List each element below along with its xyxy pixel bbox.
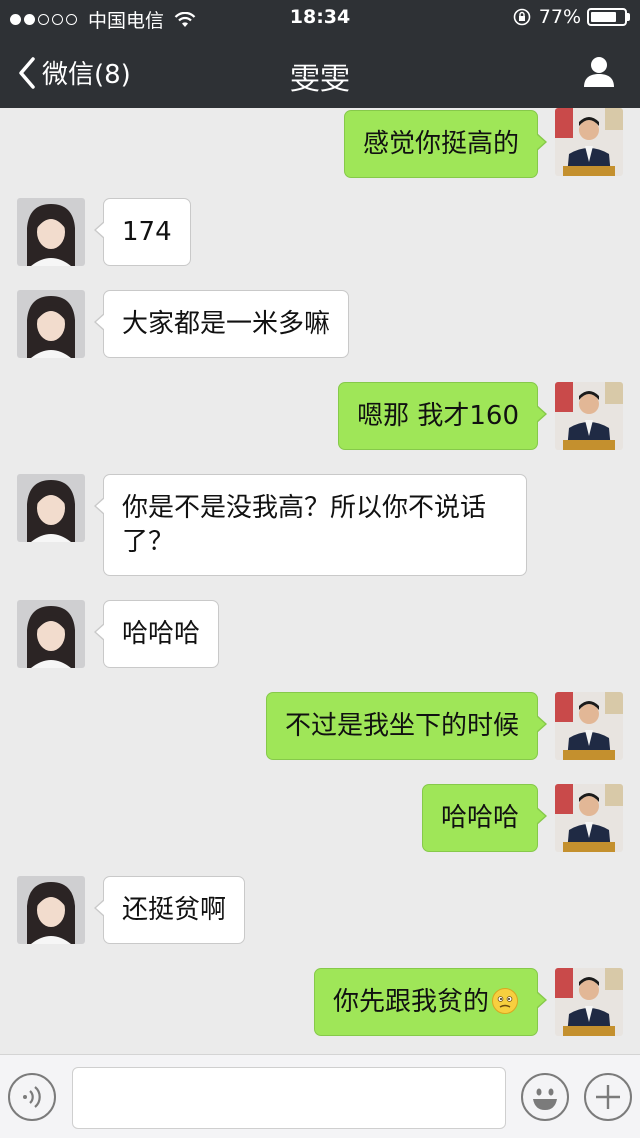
self-avatar[interactable] <box>555 692 623 760</box>
message-bubble-outgoing[interactable]: 不过是我坐下的时候 <box>265 692 548 760</box>
message-text: 174 <box>122 217 172 247</box>
battery-icon <box>587 8 627 26</box>
message-text: 感觉你挺高的 <box>362 129 519 159</box>
contact-avatar[interactable] <box>17 290 85 358</box>
self-avatar[interactable] <box>555 968 623 1036</box>
message-bubble-incoming[interactable]: 你是不是没我高？所以你不说话了？ <box>94 474 527 576</box>
profile-icon[interactable] <box>582 54 616 88</box>
contact-avatar[interactable] <box>17 876 85 944</box>
message-text: 你先跟我贫的 <box>332 987 489 1017</box>
status-bar: 中国电信 18:34 77% <box>0 0 640 36</box>
message-bubble-outgoing[interactable]: 嗯那 我才160 <box>338 382 547 450</box>
smiley-icon <box>533 1088 557 1110</box>
message-bubble-incoming[interactable]: 大家都是一米多嘛 <box>93 290 350 358</box>
message-bubble-outgoing[interactable]: 你先跟我贫的 <box>313 968 548 1036</box>
nav-bar: 微信(8) 雯雯 <box>0 36 640 108</box>
message-bubble-outgoing[interactable]: 哈哈哈 <box>421 784 548 852</box>
chat-area[interactable]: 感觉你挺高的 174 大家都是一米多嘛 嗯那 我才160 你是不是没我高？所以你… <box>0 108 640 1054</box>
message-bubble-incoming[interactable]: 哈哈哈 <box>93 600 220 668</box>
voice-input-button[interactable] <box>8 1073 56 1121</box>
self-avatar[interactable] <box>555 784 623 852</box>
voice-icon <box>23 1086 41 1108</box>
input-bar <box>0 1054 640 1138</box>
message-bubble-outgoing[interactable]: 感觉你挺高的 <box>343 110 548 178</box>
more-options-button[interactable] <box>584 1073 632 1121</box>
rotation-lock-icon <box>513 8 531 26</box>
message-text: 你是不是没我高？所以你不说话了？ <box>122 493 487 557</box>
confused-face-icon <box>492 988 518 1014</box>
plus-icon <box>596 1085 620 1109</box>
message-text: 大家都是一米多嘛 <box>122 309 331 339</box>
message-text: 还挺贫啊 <box>122 895 227 925</box>
message-text: 哈哈哈 <box>440 803 519 833</box>
message-bubble-incoming[interactable]: 174 <box>94 198 191 266</box>
emoji-button[interactable] <box>521 1073 569 1121</box>
message-text: 哈哈哈 <box>122 619 201 649</box>
message-bubble-incoming[interactable]: 还挺贫啊 <box>93 876 246 944</box>
self-avatar[interactable] <box>555 382 623 450</box>
message-text: 不过是我坐下的时候 <box>284 711 519 741</box>
message-input[interactable] <box>72 1067 506 1129</box>
contact-avatar[interactable] <box>17 198 85 266</box>
self-avatar[interactable] <box>555 108 623 176</box>
battery-percent: 77% <box>538 6 581 28</box>
message-text: 嗯那 我才160 <box>357 401 519 431</box>
contact-avatar[interactable] <box>17 600 85 668</box>
chat-title: 雯雯 <box>290 62 350 97</box>
contact-avatar[interactable] <box>17 474 85 542</box>
